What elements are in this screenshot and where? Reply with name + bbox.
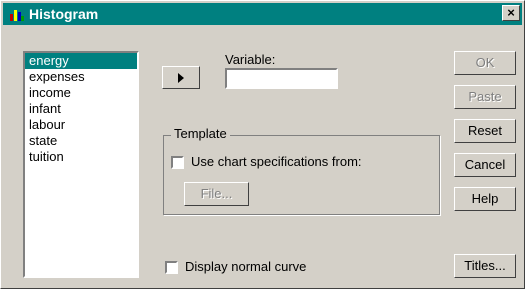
move-variable-button[interactable] [162, 66, 200, 89]
use-chart-spec-checkbox[interactable] [171, 156, 184, 169]
list-item[interactable]: expenses [25, 69, 137, 85]
list-item[interactable]: income [25, 85, 137, 101]
variable-label: Variable: [225, 52, 276, 67]
window-title: Histogram [29, 6, 99, 22]
list-item[interactable]: infant [25, 101, 137, 117]
title-bar[interactable]: Histogram × [3, 3, 522, 25]
reset-button[interactable]: Reset [454, 119, 516, 143]
ok-button[interactable]: OK [454, 51, 516, 75]
right-arrow-icon [178, 73, 184, 83]
close-icon[interactable]: × [502, 5, 520, 21]
list-item[interactable]: tuition [25, 149, 137, 165]
variable-field[interactable] [225, 68, 338, 89]
paste-button[interactable]: Paste [454, 85, 516, 109]
display-normal-curve-checkbox[interactable] [165, 261, 178, 274]
list-item[interactable]: energy [25, 53, 137, 69]
source-variable-list[interactable]: energy expenses income infant labour sta… [23, 51, 139, 278]
display-normal-curve-label: Display normal curve [185, 259, 307, 274]
histogram-app-icon [10, 10, 24, 21]
use-chart-spec-label: Use chart specifications from: [191, 154, 362, 169]
template-group-label: Template [171, 126, 230, 141]
help-button[interactable]: Help [454, 187, 516, 211]
file-button[interactable]: File... [184, 182, 249, 206]
list-item[interactable]: labour [25, 117, 137, 133]
cancel-button[interactable]: Cancel [454, 153, 516, 177]
titles-button[interactable]: Titles... [454, 254, 516, 278]
list-item[interactable]: state [25, 133, 137, 149]
histogram-dialog: Histogram × energy expenses income infan… [0, 0, 525, 289]
